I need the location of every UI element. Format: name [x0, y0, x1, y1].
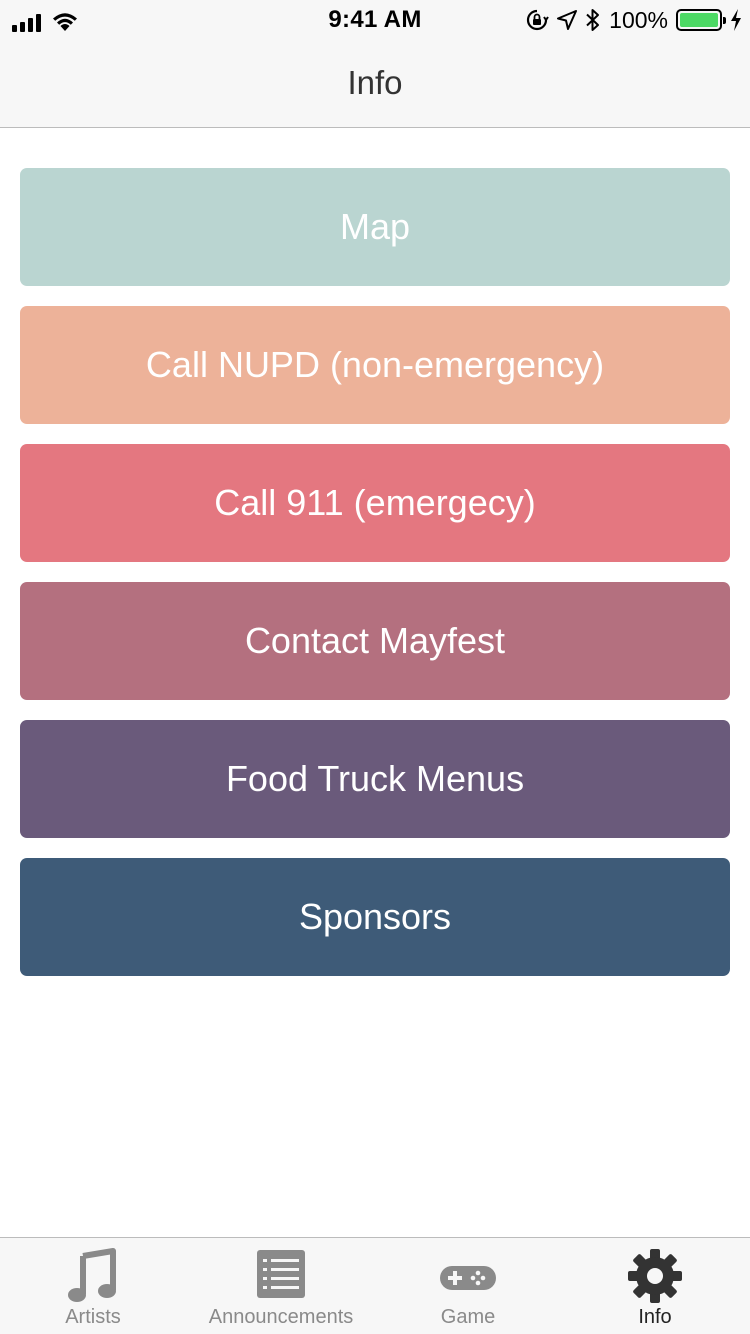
call-911-button[interactable]: Call 911 (emergecy)	[20, 444, 730, 562]
music-note-icon	[68, 1248, 116, 1302]
tab-game[interactable]: Game	[408, 1238, 528, 1334]
battery-fill	[680, 13, 718, 27]
contact-mayfest-button-label: Contact Mayfest	[244, 620, 506, 661]
gear-icon	[628, 1249, 682, 1303]
contact-mayfest-button[interactable]: Contact Mayfest	[20, 582, 730, 700]
gamepad-icon	[440, 1266, 496, 1290]
food-truck-menus-button[interactable]: Food Truck Menus	[20, 720, 730, 838]
navigation-bar: Info	[0, 40, 750, 128]
tab-artists[interactable]: Artists	[33, 1238, 153, 1334]
info-button-list: Map Call NUPD (non-emergency) Call 911 (…	[20, 168, 730, 996]
tab-info[interactable]: Info	[595, 1238, 715, 1334]
list-icon	[257, 1250, 305, 1298]
tab-info-label: Info	[638, 1306, 672, 1328]
charging-icon	[731, 9, 741, 31]
tab-game-label: Game	[440, 1306, 496, 1328]
location-icon	[557, 10, 578, 30]
battery-percent: 100%	[609, 6, 668, 33]
info-screen: 9:41 AM 100% Info Map Call NUPD (non-eme…	[0, 0, 750, 1334]
status-bar: 9:41 AM 100%	[0, 0, 750, 40]
tab-bar: Artists Announcements Game Info	[0, 1237, 750, 1334]
sponsors-button-label: Sponsors	[298, 896, 452, 937]
tab-announcements[interactable]: Announcements	[196, 1238, 366, 1334]
battery-icon	[676, 9, 726, 31]
orientation-lock-icon	[527, 9, 550, 31]
food-truck-menus-button-label: Food Truck Menus	[225, 758, 525, 799]
status-right: 100%	[525, 6, 742, 34]
map-button-label: Map	[339, 206, 411, 247]
call-911-button-label: Call 911 (emergecy)	[214, 482, 536, 523]
call-nupd-button[interactable]: Call NUPD (non-emergency)	[20, 306, 730, 424]
page-title: Info	[347, 64, 403, 101]
call-nupd-button-label: Call NUPD (non-emergency)	[145, 344, 605, 385]
bluetooth-icon	[586, 9, 600, 31]
tab-artists-label: Artists	[65, 1306, 121, 1328]
map-button[interactable]: Map	[20, 168, 730, 286]
tab-announcements-label: Announcements	[208, 1306, 354, 1328]
sponsors-button[interactable]: Sponsors	[20, 858, 730, 976]
battery-nub	[723, 17, 726, 24]
